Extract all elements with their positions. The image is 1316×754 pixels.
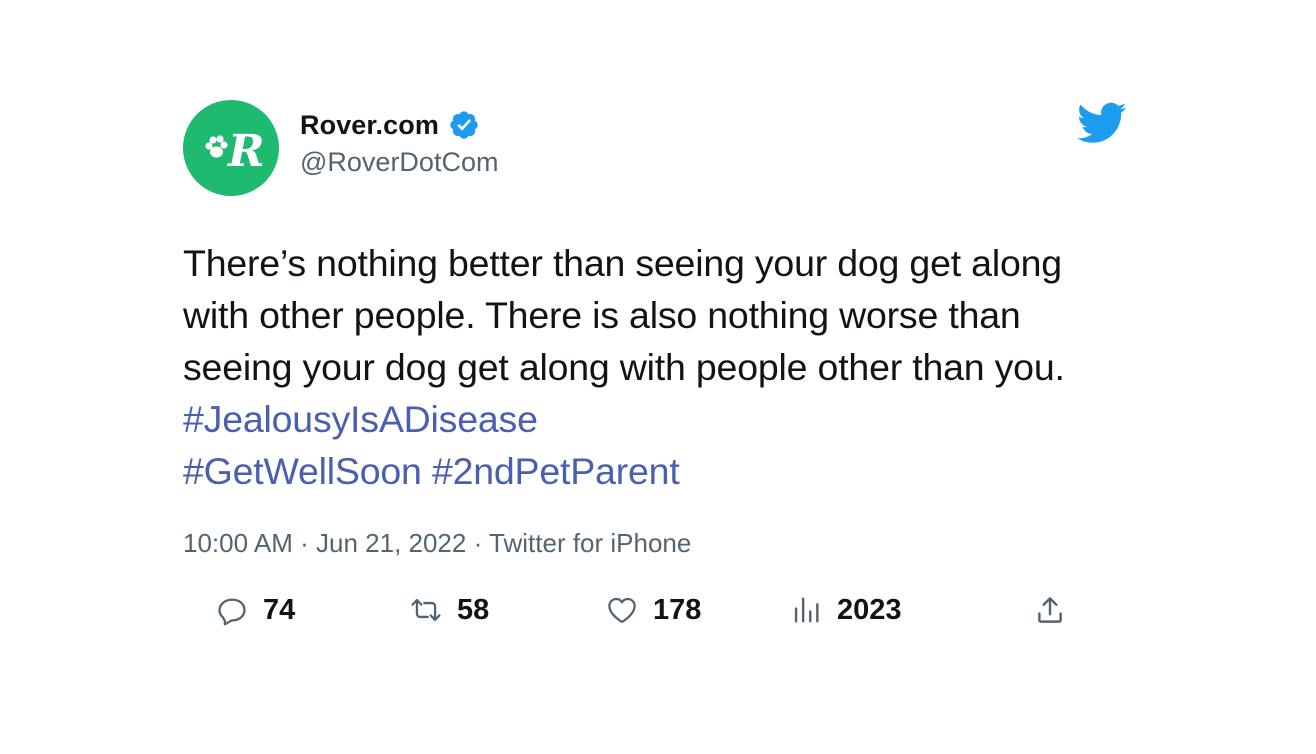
tweet-meta: 10:00 AM · Jun 21, 2022 · Twitter for iP… bbox=[183, 528, 691, 559]
tweet-body: There’s nothing better than seeing your … bbox=[183, 242, 1065, 388]
share-button[interactable] bbox=[1033, 588, 1067, 632]
tweet-text: There’s nothing better than seeing your … bbox=[183, 237, 1123, 497]
meta-separator: · bbox=[300, 528, 309, 558]
display-name[interactable]: Rover.com bbox=[300, 110, 439, 141]
author-block: Rover.com @RoverDotCom bbox=[300, 107, 498, 178]
handle[interactable]: @RoverDotCom bbox=[300, 147, 498, 178]
reply-count: 74 bbox=[263, 593, 296, 626]
retweet-icon bbox=[409, 593, 443, 627]
like-count: 178 bbox=[653, 593, 702, 626]
svg-text:R: R bbox=[226, 126, 265, 177]
tweet-date[interactable]: Jun 21, 2022 bbox=[316, 528, 466, 558]
action-bar: 74 58 178 2023 bbox=[183, 588, 1133, 632]
retweet-count: 58 bbox=[457, 593, 490, 626]
reply-icon bbox=[215, 593, 249, 627]
hashtag-2ndpetparent[interactable]: #2ndPetParent bbox=[432, 450, 680, 492]
rover-logo-icon: R bbox=[205, 126, 265, 177]
verified-badge-icon bbox=[448, 109, 480, 141]
heart-icon bbox=[605, 593, 639, 627]
share-icon bbox=[1033, 593, 1067, 627]
hashtag-jealousy[interactable]: #JealousyIsADisease bbox=[183, 398, 538, 440]
hashtag-getwellsoon[interactable]: #GetWellSoon bbox=[183, 450, 422, 492]
retweet-button[interactable]: 58 bbox=[409, 588, 489, 632]
meta-separator: · bbox=[473, 528, 483, 558]
like-button[interactable]: 178 bbox=[605, 588, 701, 632]
twitter-bird-icon[interactable] bbox=[1077, 102, 1127, 146]
tweet-source[interactable]: Twitter for iPhone bbox=[489, 528, 691, 558]
display-name-row: Rover.com bbox=[300, 107, 498, 143]
avatar[interactable]: R bbox=[183, 100, 279, 196]
reply-button[interactable]: 74 bbox=[215, 588, 295, 632]
views-icon bbox=[789, 593, 823, 627]
tweet-card: R Rover.com @RoverDotCom There’s nothing… bbox=[183, 98, 1133, 658]
views-button[interactable]: 2023 bbox=[789, 588, 902, 632]
views-count: 2023 bbox=[837, 593, 902, 626]
tweet-time[interactable]: 10:00 AM bbox=[183, 528, 293, 558]
